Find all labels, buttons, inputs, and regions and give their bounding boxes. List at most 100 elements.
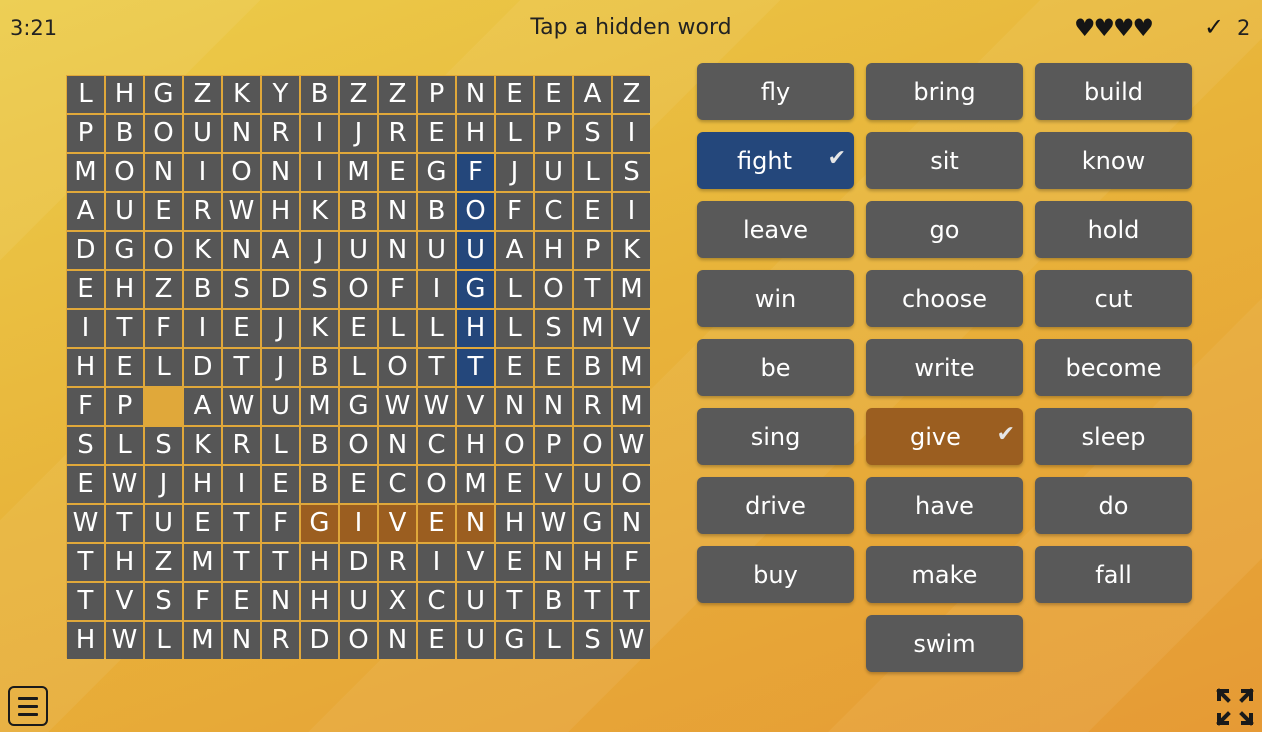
grid-cell[interactable]: N	[223, 232, 260, 269]
grid-cell[interactable]: B	[340, 193, 377, 230]
word-button-leave[interactable]: leave	[697, 201, 854, 258]
grid-cell[interactable]: V	[379, 505, 416, 542]
grid-cell[interactable]: N	[379, 232, 416, 269]
grid-cell[interactable]: I	[184, 310, 221, 347]
grid-cell[interactable]: H	[457, 310, 494, 347]
grid-cell[interactable]: J	[301, 232, 338, 269]
grid-cell[interactable]: H	[106, 76, 143, 113]
grid-cell[interactable]: H	[574, 544, 611, 581]
grid-cell[interactable]: B	[301, 349, 338, 386]
grid-cell[interactable]: K	[184, 232, 221, 269]
grid-cell[interactable]: B	[301, 427, 338, 464]
grid-cell[interactable]: E	[106, 349, 143, 386]
word-button-drive[interactable]: drive	[697, 477, 854, 534]
grid-cell[interactable]: H	[106, 544, 143, 581]
grid-cell[interactable]: T	[223, 505, 260, 542]
grid-cell[interactable]: P	[418, 76, 455, 113]
grid-cell[interactable]: I	[67, 310, 104, 347]
word-button-sleep[interactable]: sleep	[1035, 408, 1192, 465]
grid-cell[interactable]: E	[418, 622, 455, 659]
grid-cell[interactable]: S	[145, 583, 182, 620]
grid-cell[interactable]: T	[496, 583, 533, 620]
grid-cell[interactable]: M	[613, 388, 650, 425]
grid-cell[interactable]: J	[496, 154, 533, 191]
grid-cell[interactable]: B	[106, 115, 143, 152]
grid-cell[interactable]: L	[145, 349, 182, 386]
grid-cell[interactable]: N	[457, 76, 494, 113]
grid-cell[interactable]: S	[574, 622, 611, 659]
word-button-fly[interactable]: fly	[697, 63, 854, 120]
grid-cell[interactable]: A	[184, 388, 221, 425]
grid-cell[interactable]: P	[535, 115, 572, 152]
grid-cell[interactable]: L	[106, 427, 143, 464]
grid-cell[interactable]: A	[574, 76, 611, 113]
grid-cell[interactable]: F	[262, 505, 299, 542]
grid-cell[interactable]: W	[613, 622, 650, 659]
grid-cell[interactable]: C	[418, 427, 455, 464]
grid-cell[interactable]: I	[301, 115, 338, 152]
grid-cell[interactable]: C	[535, 193, 572, 230]
grid-cell[interactable]: E	[418, 115, 455, 152]
grid-cell[interactable]: E	[262, 466, 299, 503]
grid-cell[interactable]: O	[457, 193, 494, 230]
grid-cell[interactable]: Y	[262, 76, 299, 113]
grid-cell[interactable]: E	[223, 583, 260, 620]
grid-cell[interactable]: M	[574, 310, 611, 347]
grid-cell[interactable]: H	[67, 349, 104, 386]
grid-cell[interactable]: B	[535, 583, 572, 620]
word-button-make[interactable]: make	[866, 546, 1023, 603]
grid-cell[interactable]: E	[418, 505, 455, 542]
word-button-swim[interactable]: swim	[866, 615, 1023, 672]
grid-cell[interactable]: M	[457, 466, 494, 503]
grid-cell[interactable]: B	[301, 76, 338, 113]
word-button-win[interactable]: win	[697, 270, 854, 327]
word-button-be[interactable]: be	[697, 339, 854, 396]
grid-cell[interactable]: I	[613, 193, 650, 230]
grid-cell[interactable]: U	[145, 505, 182, 542]
word-button-become[interactable]: become	[1035, 339, 1192, 396]
word-button-choose[interactable]: choose	[866, 270, 1023, 327]
word-button-write[interactable]: write	[866, 339, 1023, 396]
grid-cell[interactable]: E	[496, 466, 533, 503]
grid-cell[interactable]: U	[574, 466, 611, 503]
grid-cell[interactable]: D	[262, 271, 299, 308]
grid-cell[interactable]: R	[262, 622, 299, 659]
grid-cell[interactable]: M	[184, 622, 221, 659]
grid-cell[interactable]: M	[184, 544, 221, 581]
fullscreen-button[interactable]	[1216, 688, 1254, 726]
grid-cell[interactable]: U	[184, 115, 221, 152]
grid-cell[interactable]: N	[262, 583, 299, 620]
grid-cell[interactable]: N	[379, 193, 416, 230]
grid-cell[interactable]: M	[67, 154, 104, 191]
grid-cell[interactable]: D	[340, 544, 377, 581]
grid-cell[interactable]: Z	[145, 271, 182, 308]
grid-cell[interactable]: W	[106, 466, 143, 503]
grid-cell[interactable]: I	[418, 544, 455, 581]
grid-cell[interactable]: Z	[145, 544, 182, 581]
grid-cell[interactable]: Z	[184, 76, 221, 113]
grid-cell[interactable]: O	[145, 232, 182, 269]
grid-cell[interactable]: F	[67, 388, 104, 425]
grid-cell[interactable]: E	[223, 310, 260, 347]
grid-cell[interactable]: E	[496, 544, 533, 581]
grid-cell[interactable]: L	[145, 622, 182, 659]
grid-cell[interactable]: N	[535, 388, 572, 425]
grid-cell[interactable]: B	[574, 349, 611, 386]
grid-cell[interactable]: H	[262, 193, 299, 230]
grid-cell[interactable]: W	[67, 505, 104, 542]
grid-cell[interactable]: T	[223, 349, 260, 386]
grid-cell[interactable]: M	[340, 154, 377, 191]
grid-cell[interactable]: T	[418, 349, 455, 386]
grid-cell[interactable]: N	[496, 388, 533, 425]
grid-cell[interactable]: N	[262, 154, 299, 191]
word-button-build[interactable]: build	[1035, 63, 1192, 120]
grid-cell[interactable]: R	[184, 193, 221, 230]
word-button-know[interactable]: know	[1035, 132, 1192, 189]
grid-cell[interactable]: V	[613, 310, 650, 347]
grid-cell[interactable]: B	[184, 271, 221, 308]
grid-cell[interactable]: E	[340, 466, 377, 503]
grid-cell[interactable]: U	[106, 193, 143, 230]
grid-cell[interactable]: T	[262, 544, 299, 581]
grid-cell[interactable]: G	[145, 76, 182, 113]
grid-cell[interactable]: T	[613, 583, 650, 620]
